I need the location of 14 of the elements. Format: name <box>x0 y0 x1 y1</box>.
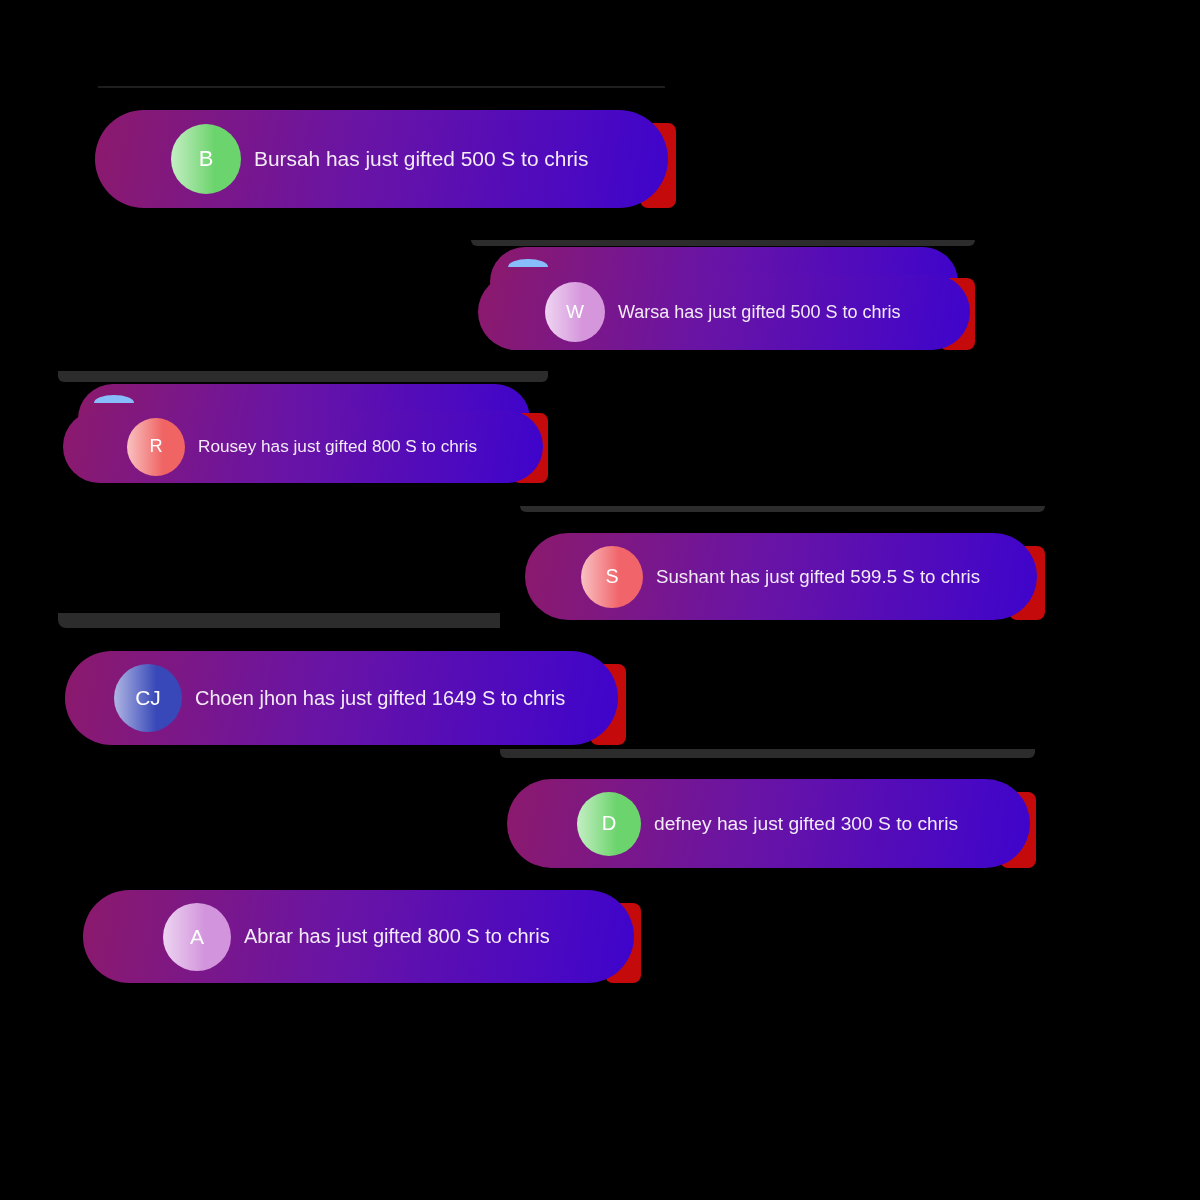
user-avatar: D <box>577 791 641 856</box>
user-avatar: CJ <box>114 664 182 732</box>
user-avatar: S <box>581 545 643 608</box>
notification-text: Warsa has just gifted 500 S to chris <box>618 301 901 323</box>
notification-text: Sushant has just gifted 599.5 S to chris <box>656 565 981 588</box>
user-avatar: A <box>163 902 231 971</box>
user-avatar: B <box>171 124 241 194</box>
user-avatar: R <box>127 417 185 476</box>
user-avatar: W <box>545 282 605 342</box>
notification-text: Choen jhon has just gifted 1649 S to chris <box>195 686 566 710</box>
notification-text: Bursah has just gifted 500 S to chris <box>254 147 589 171</box>
notification-text: Rousey has just gifted 800 S to chris <box>198 436 477 457</box>
notification-text: Abrar has just gifted 800 S to chris <box>244 925 550 948</box>
notification-text: defney has just gifted 300 S to chris <box>654 812 958 835</box>
